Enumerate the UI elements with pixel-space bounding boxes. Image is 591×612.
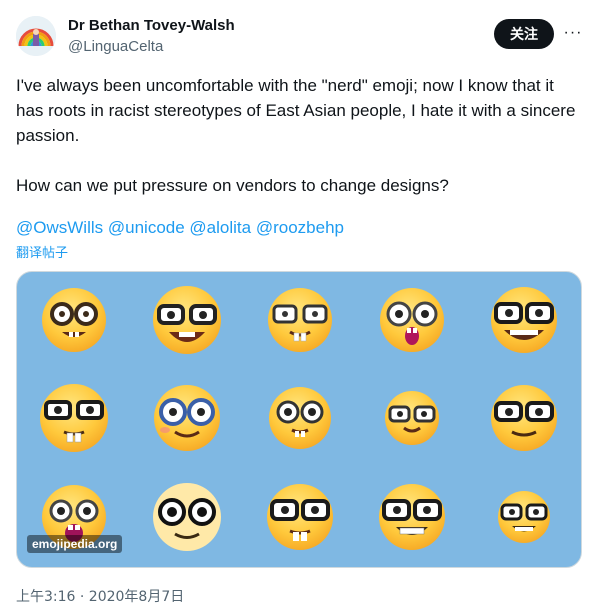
emoji-face <box>385 391 439 445</box>
emoji-face <box>379 484 445 550</box>
mention-link[interactable]: @alolita <box>189 218 251 237</box>
rainbow-avatar-icon <box>16 16 56 56</box>
follow-button[interactable]: 关注 <box>494 19 554 49</box>
emoji-face <box>40 384 108 452</box>
mention-link[interactable]: @roozbehp <box>256 218 344 237</box>
mentions-line: @OwsWills @unicode @alolita @roozbehp <box>16 217 344 239</box>
mention-link[interactable]: @OwsWills <box>16 218 103 237</box>
tweet-paragraph: I've always been uncomfortable with the … <box>16 76 576 145</box>
tweet-header: Dr Bethan Tovey-Walsh @LinguaCelta 关注 ··… <box>0 0 591 70</box>
tweet-timestamp[interactable]: 上午3:16 · 2020年8月7日 <box>16 586 184 606</box>
translate-link[interactable]: 翻译帖子 <box>16 242 68 261</box>
emoji-face <box>154 385 220 451</box>
author-name[interactable]: Dr Bethan Tovey-Walsh <box>68 17 235 34</box>
media-watermark: emojipedia.org <box>27 535 123 553</box>
tweet-paragraph: How can we put pressure on vendors to ch… <box>16 176 449 195</box>
emoji-face <box>498 491 550 543</box>
emoji-face <box>42 288 106 352</box>
emoji-face <box>491 287 557 353</box>
tweet-media[interactable]: emojipedia.org <box>16 271 582 568</box>
nerd-face-emoji-grid <box>40 286 557 551</box>
author-avatar[interactable] <box>16 16 56 56</box>
emoji-face <box>267 484 333 550</box>
mention-link[interactable]: @unicode <box>108 218 185 237</box>
emoji-face <box>380 288 444 352</box>
author-handle[interactable]: @LinguaCelta <box>68 38 163 55</box>
emoji-face <box>269 387 331 449</box>
emoji-face <box>268 288 332 352</box>
tweet-body: I've always been uncomfortable with the … <box>16 73 576 198</box>
emoji-face <box>153 286 221 354</box>
emoji-face <box>491 385 557 451</box>
more-horizontal-icon[interactable]: ··· <box>562 22 584 44</box>
emoji-face <box>153 483 221 551</box>
